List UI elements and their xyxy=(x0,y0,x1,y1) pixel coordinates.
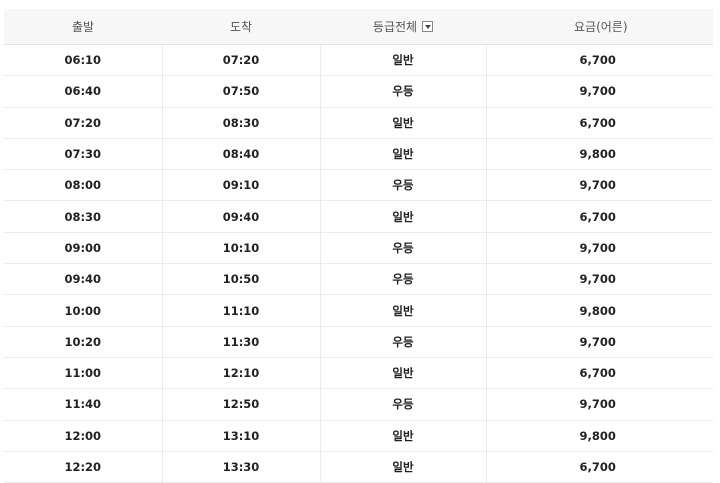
dropdown-arrow-icon[interactable] xyxy=(422,21,434,32)
arrival-header: 도착 xyxy=(162,9,320,45)
departure-time: 11:00 xyxy=(4,357,163,390)
departure-time: 07:20 xyxy=(4,107,163,139)
fare-cell: 6,700 xyxy=(486,44,713,77)
grade-filter-header[interactable]: 등급전체 xyxy=(320,9,486,45)
fare-cell: 9,800 xyxy=(486,294,713,327)
arrival-time: 07:50 xyxy=(162,75,321,108)
fare-header: 요금(어른) xyxy=(486,9,713,45)
table-row[interactable]: 09:00 10:10 우등 9,700 xyxy=(4,232,713,265)
fare-cell: 9,700 xyxy=(486,388,713,421)
table-row[interactable]: 12:20 13:30 일반 6,700 xyxy=(4,451,713,483)
arrival-time: 11:30 xyxy=(162,326,321,358)
fare-cell: 9,700 xyxy=(486,326,713,358)
table-row[interactable]: 09:40 10:50 우등 9,700 xyxy=(4,263,713,296)
table-row[interactable]: 12:00 13:10 일반 9,800 xyxy=(4,420,713,452)
fare-cell: 9,700 xyxy=(486,232,713,265)
departure-time: 09:40 xyxy=(4,263,163,296)
fare-value: 9,800 xyxy=(579,147,616,162)
arrival-time: 07:20 xyxy=(162,44,321,77)
bus-grade: 우등 xyxy=(320,388,487,421)
arrival-time: 11:10 xyxy=(162,294,321,327)
table-row[interactable]: 07:30 08:40 일반 9,800 xyxy=(4,138,713,171)
bus-grade: 우등 xyxy=(320,75,487,108)
fare-cell: 6,700 xyxy=(486,451,713,483)
fare-value: 9,700 xyxy=(579,272,616,287)
bus-grade: 우등 xyxy=(320,326,487,358)
arrival-time: 08:40 xyxy=(162,138,321,171)
departure-time: 08:30 xyxy=(4,200,163,233)
fare-header-label: 요금(어른) xyxy=(574,20,628,34)
departure-time: 06:10 xyxy=(4,44,163,77)
arrival-time: 12:10 xyxy=(162,357,321,390)
bus-timetable: 출발 도착 등급전체 요금(어른) 06:10 07:20 일반 6,700 06:40… xyxy=(4,9,713,483)
arrival-time: 10:10 xyxy=(162,232,321,265)
bus-grade: 일반 xyxy=(320,107,487,139)
bus-grade: 우등 xyxy=(320,232,487,265)
fare-cell: 6,700 xyxy=(486,200,713,233)
departure-time: 08:00 xyxy=(4,169,163,202)
table-body: 06:10 07:20 일반 6,700 06:40 07:50 우등 9,700 07:20 0… xyxy=(4,44,713,483)
bus-grade: 일반 xyxy=(320,294,487,327)
arrival-time: 09:40 xyxy=(162,200,321,233)
bus-grade: 일반 xyxy=(320,44,487,77)
fare-value: 6,700 xyxy=(579,209,616,224)
fare-value: 6,700 xyxy=(579,366,616,381)
bus-grade: 일반 xyxy=(320,357,487,390)
arrival-time: 10:50 xyxy=(162,263,321,296)
table-row[interactable]: 06:40 07:50 우등 9,700 xyxy=(4,75,713,108)
bus-grade: 일반 xyxy=(320,200,487,233)
fare-value: 6,700 xyxy=(579,115,616,130)
fare-value: 6,700 xyxy=(579,53,616,68)
departure-time: 06:40 xyxy=(4,75,163,108)
fare-value: 6,700 xyxy=(579,460,616,474)
table-row[interactable]: 11:00 12:10 일반 6,700 xyxy=(4,357,713,390)
departure-time: 11:40 xyxy=(4,388,163,421)
fare-value: 9,800 xyxy=(579,428,616,443)
arrival-time: 08:30 xyxy=(162,107,321,139)
departure-time: 10:00 xyxy=(4,294,163,327)
fare-value: 9,700 xyxy=(579,240,616,255)
timetable-container: 출발 도착 등급전체 요금(어른) 06:10 07:20 일반 6,700 06:40… xyxy=(4,9,713,483)
arrival-time: 13:10 xyxy=(162,420,321,452)
fare-value: 9,800 xyxy=(579,303,616,318)
table-row[interactable]: 11:40 12:50 우등 9,700 xyxy=(4,388,713,421)
fare-cell: 9,700 xyxy=(486,75,713,108)
fare-cell: 6,700 xyxy=(486,107,713,139)
fare-value: 9,700 xyxy=(579,84,616,99)
grade-filter-label: 등급전체 xyxy=(372,20,418,34)
grade-filter-dropdown[interactable]: 등급전체 xyxy=(372,18,434,35)
fare-value: 9,700 xyxy=(579,334,616,349)
departure-time: 07:30 xyxy=(4,138,163,171)
table-row[interactable]: 08:00 09:10 우등 9,700 xyxy=(4,169,713,202)
arrival-time: 12:50 xyxy=(162,388,321,421)
table-row[interactable]: 10:00 11:10 일반 9,800 xyxy=(4,294,713,327)
bus-grade: 일반 xyxy=(320,451,487,483)
table-row[interactable]: 06:10 07:20 일반 6,700 xyxy=(4,44,713,77)
fare-cell: 9,700 xyxy=(486,169,713,202)
table-row[interactable]: 07:20 08:30 일반 6,700 xyxy=(4,107,713,139)
fare-cell: 6,700 xyxy=(486,357,713,390)
fare-cell: 9,800 xyxy=(486,420,713,452)
bus-grade: 우등 xyxy=(320,263,487,296)
arrival-time: 09:10 xyxy=(162,169,321,202)
table-header: 출발 도착 등급전체 요금(어른) xyxy=(4,9,713,45)
fare-value: 9,700 xyxy=(579,178,616,193)
bus-grade: 일반 xyxy=(320,420,487,452)
bus-grade: 일반 xyxy=(320,138,487,171)
departure-time: 09:00 xyxy=(4,232,163,265)
bus-grade: 우등 xyxy=(320,169,487,202)
departure-header: 출발 xyxy=(4,9,162,45)
table-row[interactable]: 08:30 09:40 일반 6,700 xyxy=(4,200,713,233)
header-row: 출발 도착 등급전체 요금(어른) xyxy=(4,9,713,45)
table-row[interactable]: 10:20 11:30 우등 9,700 xyxy=(4,326,713,358)
fare-value: 9,700 xyxy=(579,397,616,412)
arrival-time: 13:30 xyxy=(162,451,321,483)
departure-time: 12:20 xyxy=(4,451,163,483)
departure-time: 10:20 xyxy=(4,326,163,358)
departure-time: 12:00 xyxy=(4,420,163,452)
fare-cell: 9,700 xyxy=(486,263,713,296)
fare-cell: 9,800 xyxy=(486,138,713,171)
